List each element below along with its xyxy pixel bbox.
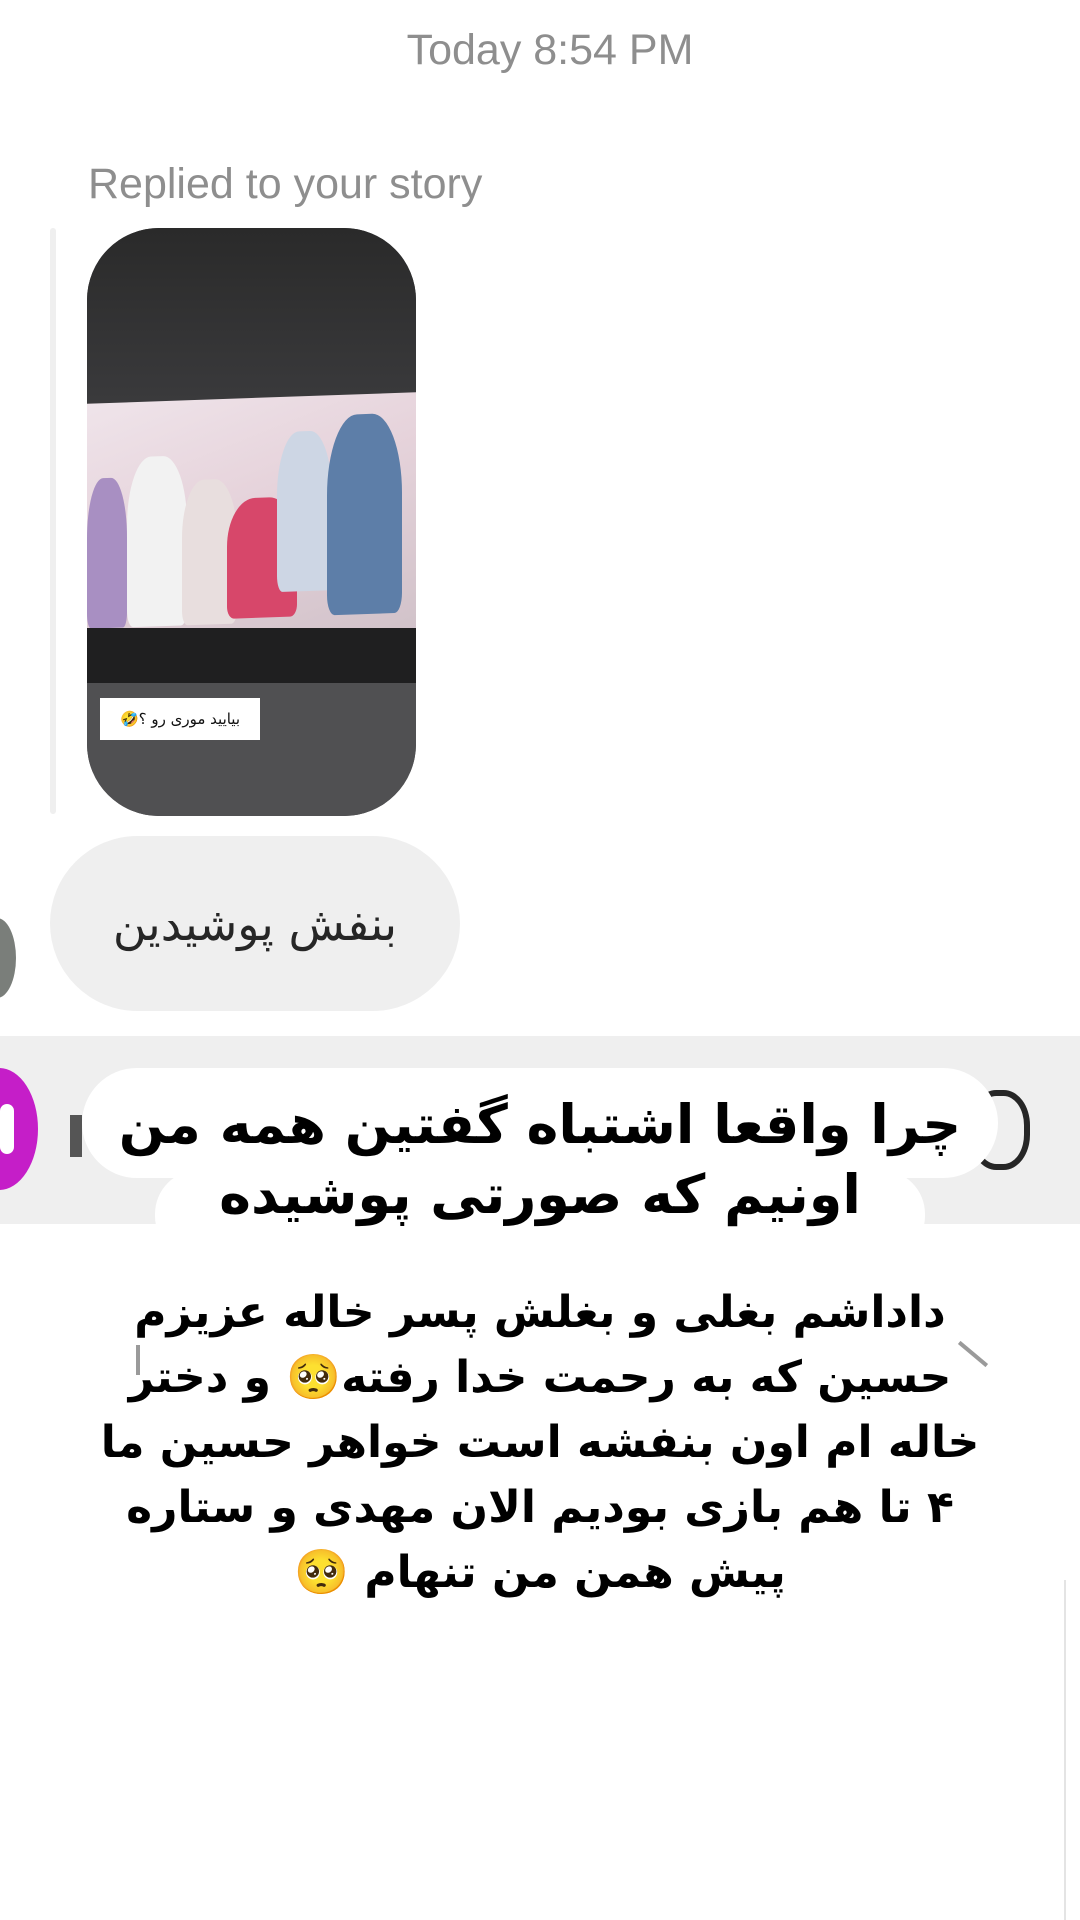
photo-figure [327, 412, 402, 616]
photo-floor [87, 628, 416, 688]
story-top-area [87, 228, 416, 403]
story-thumbnail[interactable]: بیایید موری رو ؟🤣 [87, 228, 416, 816]
message-text: بنفش پوشیدین [112, 896, 398, 951]
photo-figure [127, 455, 187, 628]
story-caption: بیایید موری رو ؟🤣 [100, 698, 260, 740]
scroll-edge [1064, 1580, 1066, 1920]
sender-avatar[interactable] [0, 918, 16, 998]
photo-figure [87, 477, 127, 629]
overlay-text: چرا واقعا اشتباه گفتین همه من اونیم که ص… [118, 1093, 962, 1226]
camera-icon [0, 1104, 14, 1154]
message-bubble[interactable]: بنفش پوشیدین [50, 836, 460, 1011]
photo-figure [277, 430, 332, 593]
reply-label: Replied to your story [88, 160, 483, 208]
reply-indicator-bar [50, 228, 56, 814]
story-text: داداشم بغلی و بغلش پسر خاله عزیزم حسین ک… [100, 1287, 980, 1598]
timestamp: Today 8:54 PM [406, 26, 694, 74]
composer-cursor [70, 1115, 82, 1157]
